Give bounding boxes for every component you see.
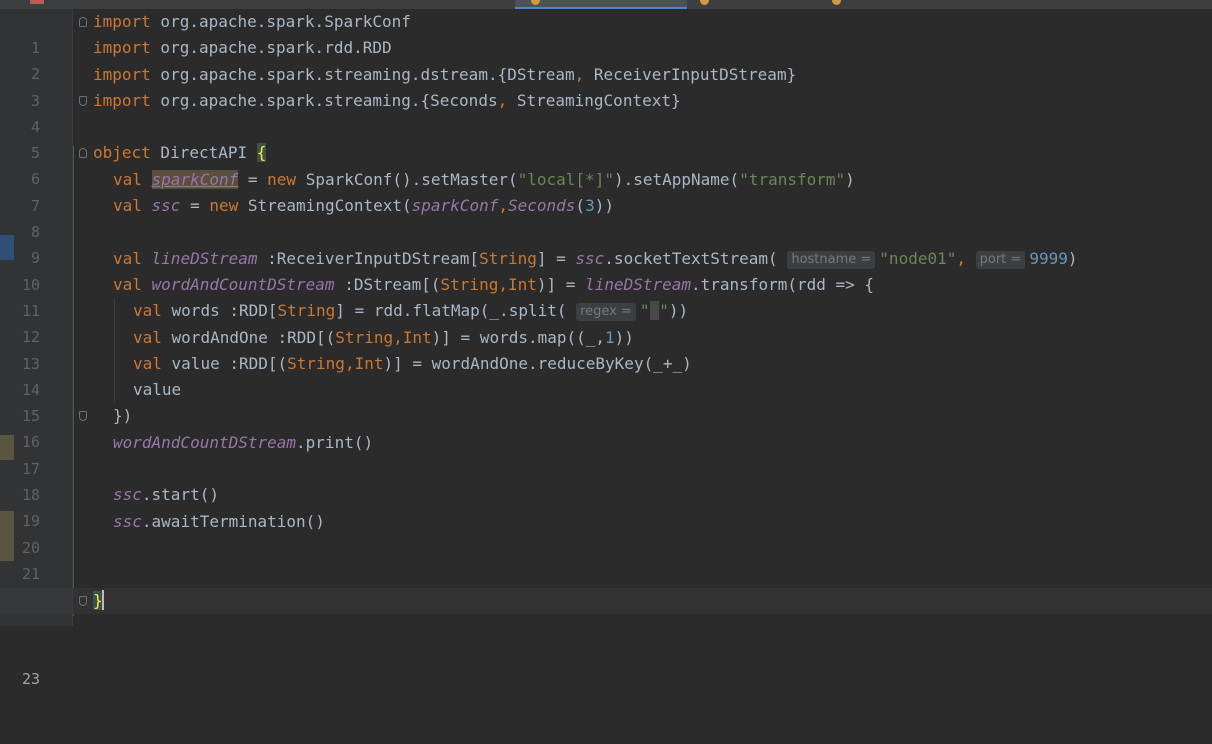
code-text: val lineDStream :ReceiverInputDStream[St… [113, 249, 1078, 269]
code-line-9: 9 [0, 219, 1212, 267]
parameter-hint: port = [975, 251, 1026, 269]
code-text: object DirectAPI { [93, 143, 267, 162]
code-line-10: 10 val lineDStream :ReceiverInputDStream… [0, 246, 1212, 294]
code-line-6: 6 object DirectAPI { [0, 140, 1212, 188]
fold-end-icon[interactable] [79, 96, 87, 106]
code-text: }) [113, 406, 133, 425]
code-text: val sparkConf = new SparkConf().setMaste… [113, 170, 855, 189]
scala-file-icon [832, 0, 841, 5]
current-line-highlight [73, 588, 1212, 614]
fold-start-icon[interactable] [79, 17, 87, 27]
warning-highlight: sparkConf [151, 170, 239, 189]
code-line-8: 8 val ssc = new StreamingContext(sparkCo… [0, 193, 1212, 241]
text-caret [101, 590, 104, 610]
parameter-hint: regex = [576, 303, 636, 321]
fold-end-icon[interactable] [79, 596, 87, 606]
code-text: wordAndCountDStream.print() [113, 433, 374, 452]
code-line-20: 20 ssc.awaitTermination() [0, 509, 1212, 557]
code-line-22: 22 [0, 561, 1212, 609]
scala-file-icon [700, 0, 709, 5]
code-text: } [93, 588, 104, 614]
code-line-18: 18 [0, 456, 1212, 504]
code-text: import org.apache.spark.streaming.{Secon… [93, 91, 681, 110]
editor-tab[interactable] [690, 0, 830, 9]
code-line-17: 17 wordAndCountDStream.print() [0, 430, 1212, 478]
error-icon [30, 0, 44, 4]
active-editor-tab[interactable] [515, 0, 687, 9]
code-line-7: 7 val sparkConf = new SparkConf().setMas… [0, 167, 1212, 215]
fold-start-icon[interactable] [79, 148, 87, 158]
code-text: import org.apache.spark.rdd.RDD [93, 38, 392, 57]
code-line-2: 2 import org.apache.spark.rdd.RDD [0, 35, 1212, 83]
code-line-14: 14 val value :RDD[(String,Int)] = wordAn… [0, 351, 1212, 399]
matched-brace: { [256, 143, 267, 162]
code-text: val wordAndCountDStream :DStream[(String… [113, 275, 875, 294]
code-text: ssc.awaitTermination() [113, 512, 325, 531]
code-text: val value :RDD[(String,Int)] = wordAndOn… [133, 354, 692, 373]
code-line-1: 1 import org.apache.spark.SparkConf [0, 9, 1212, 57]
code-line-4: 4 import org.apache.spark.streaming.{Sec… [0, 88, 1212, 136]
code-line-23: 23 } [0, 588, 1212, 688]
scala-file-icon [531, 0, 540, 5]
parameter-hint: hostname = [787, 251, 876, 269]
code-line-13: 13 val wordAndOne :RDD[(String,Int)] = w… [0, 325, 1212, 373]
code-line-11: 11 val wordAndCountDStream :DStream[(Str… [0, 272, 1212, 320]
code-text: val ssc = new StreamingContext(sparkConf… [113, 196, 614, 215]
code-line-12: 12 val words :RDD[String] = rdd.flatMap(… [0, 298, 1212, 346]
code-line-5: 5 [0, 114, 1212, 162]
editor-tab[interactable] [830, 0, 950, 9]
code-line-21: 21 [0, 535, 1212, 583]
code-text: import org.apache.spark.streaming.dstrea… [93, 65, 797, 84]
code-text: val words :RDD[String] = rdd.flatMap(_.s… [133, 301, 689, 321]
fold-end-icon[interactable] [79, 411, 87, 421]
line-number: 23 [21, 670, 40, 688]
code-text: value [133, 380, 182, 399]
code-text: ssc.start() [113, 485, 219, 504]
code-text: import org.apache.spark.SparkConf [93, 12, 411, 31]
code-text: val wordAndOne :RDD[(String,Int)] = word… [133, 328, 634, 347]
code-line-partial [0, 614, 1212, 626]
code-line-15: 15 value [0, 377, 1212, 425]
current-line-gutter [0, 588, 72, 614]
code-line-19: 19 ssc.start() [0, 482, 1212, 530]
code-line-3: 3 import org.apache.spark.streaming.dstr… [0, 62, 1212, 110]
code-line-16: 16 }) [0, 403, 1212, 451]
